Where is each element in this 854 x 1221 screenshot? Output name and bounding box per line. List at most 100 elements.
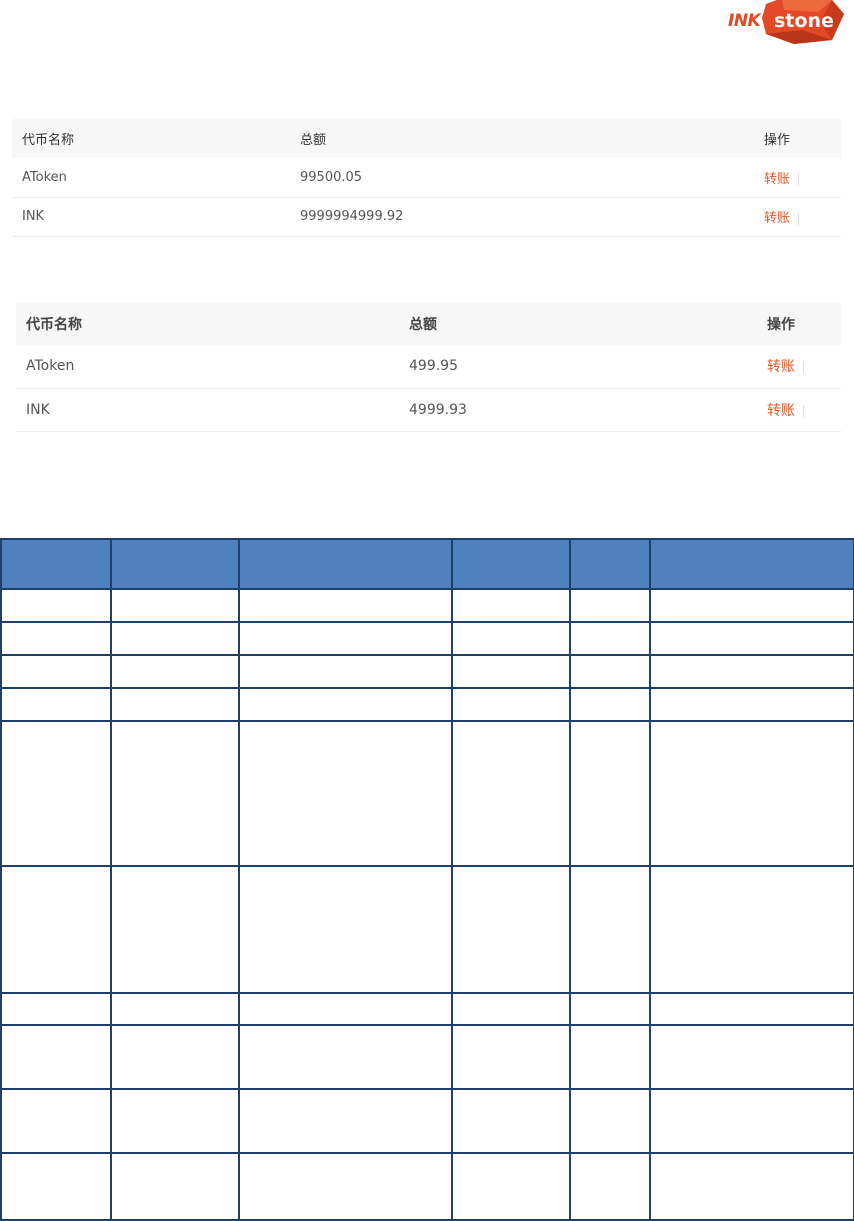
grid-cell xyxy=(649,1088,854,1154)
grid-row xyxy=(0,621,854,656)
grid-cell xyxy=(451,1152,571,1221)
grid-row xyxy=(0,1024,854,1090)
grid-cell xyxy=(569,687,651,722)
transfer-link[interactable]: 转账 xyxy=(767,403,795,419)
token-amount-cell: 4999.93 xyxy=(409,401,467,418)
grid-cell xyxy=(238,720,453,867)
grid-cell xyxy=(110,1152,240,1221)
table-row: INK 4999.93 转账 xyxy=(16,388,841,431)
inkstone-logo: INK stone xyxy=(722,0,846,44)
account-token-table: 代币名称 总额 操作 AToken 99500.05 转账 INK 999999… xyxy=(12,119,841,237)
grid-cell xyxy=(451,865,571,994)
grid-row xyxy=(0,654,854,689)
transfer-link[interactable]: 转账 xyxy=(767,359,795,375)
grid-cell xyxy=(110,687,240,722)
grid-header-cell xyxy=(238,538,453,590)
grid-header-cell xyxy=(451,538,571,590)
column-header-action: 操作 xyxy=(767,317,795,333)
table-header-row: 代币名称 总额 操作 xyxy=(12,119,841,158)
grid-cell xyxy=(451,1024,571,1090)
grid-cell xyxy=(649,992,854,1026)
grid-row xyxy=(0,992,854,1026)
token-amount-cell: 499.95 xyxy=(409,358,458,375)
grid-header-cell xyxy=(569,538,651,590)
grid-cell xyxy=(451,588,571,623)
grid-cell xyxy=(569,1152,651,1221)
token-name-cell: INK xyxy=(22,209,45,224)
grid-cell xyxy=(238,654,453,689)
token-name-cell: AToken xyxy=(22,169,67,185)
grid-cell xyxy=(110,992,240,1026)
grid-header-cell xyxy=(0,538,112,590)
grid-cell xyxy=(238,687,453,722)
grid-cell xyxy=(0,720,112,867)
logo-text-ink: INK xyxy=(728,11,761,31)
grid-row xyxy=(0,1152,854,1221)
grid-row xyxy=(0,1088,854,1154)
grid-cell xyxy=(110,720,240,867)
grid-cell xyxy=(238,1152,453,1221)
transfer-link[interactable]: 转账 xyxy=(764,211,790,226)
action-cell: 转账 xyxy=(754,158,841,197)
action-divider xyxy=(803,361,804,374)
grid-cell xyxy=(649,720,854,867)
grid-header-row xyxy=(0,538,854,590)
empty-grid-table xyxy=(0,538,854,1221)
grid-cell xyxy=(649,588,854,623)
action-divider xyxy=(803,404,804,417)
action-divider xyxy=(798,173,800,186)
column-header-token-name: 代币名称 xyxy=(22,133,75,148)
grid-cell xyxy=(569,654,651,689)
grid-cell xyxy=(451,720,571,867)
grid-cell xyxy=(238,621,453,656)
wallet-token-table: 代币名称 总额 操作 AToken 499.95 转账 INK 4999.93 … xyxy=(16,303,841,432)
token-amount-cell: 9999994999.92 xyxy=(300,209,404,224)
grid-cell xyxy=(569,992,651,1026)
grid-cell xyxy=(0,687,112,722)
grid-cell xyxy=(649,1152,854,1221)
action-cell: 转账 xyxy=(757,388,841,431)
column-header-amount: 总额 xyxy=(300,133,327,148)
grid-cell xyxy=(451,992,571,1026)
grid-cell xyxy=(649,865,854,994)
grid-header-cell xyxy=(649,538,854,590)
column-header-token-name: 代币名称 xyxy=(26,317,82,333)
grid-cell xyxy=(238,1024,453,1090)
column-header-action: 操作 xyxy=(764,133,791,148)
token-name-cell: AToken xyxy=(26,358,75,375)
logo-text-stone: stone xyxy=(774,10,834,32)
grid-row xyxy=(0,865,854,994)
grid-cell xyxy=(569,621,651,656)
grid-cell xyxy=(110,865,240,994)
grid-cell xyxy=(238,1088,453,1154)
table-row: AToken 499.95 转账 xyxy=(16,345,841,388)
grid-cell xyxy=(110,1024,240,1090)
grid-cell xyxy=(649,687,854,722)
grid-cell xyxy=(238,588,453,623)
grid-cell xyxy=(110,588,240,623)
action-cell: 转账 xyxy=(757,345,841,388)
action-cell: 转账 xyxy=(754,197,841,236)
grid-cell xyxy=(0,1152,112,1221)
grid-cell xyxy=(0,654,112,689)
grid-cell xyxy=(649,654,854,689)
token-name-cell: INK xyxy=(26,401,50,418)
grid-cell xyxy=(110,1088,240,1154)
grid-header-cell xyxy=(110,538,240,590)
column-header-amount: 总额 xyxy=(409,317,437,333)
grid-cell xyxy=(451,1088,571,1154)
grid-cell xyxy=(0,588,112,623)
grid-cell xyxy=(110,621,240,656)
transfer-link[interactable]: 转账 xyxy=(764,172,790,187)
grid-cell xyxy=(0,992,112,1026)
grid-cell xyxy=(451,654,571,689)
grid-cell xyxy=(649,621,854,656)
grid-cell xyxy=(0,1024,112,1090)
grid-cell xyxy=(569,1024,651,1090)
grid-cell xyxy=(451,621,571,656)
grid-cell xyxy=(451,687,571,722)
table-header-row: 代币名称 总额 操作 xyxy=(16,303,841,345)
grid-row xyxy=(0,720,854,867)
grid-cell xyxy=(238,865,453,994)
grid-cell xyxy=(569,865,651,994)
